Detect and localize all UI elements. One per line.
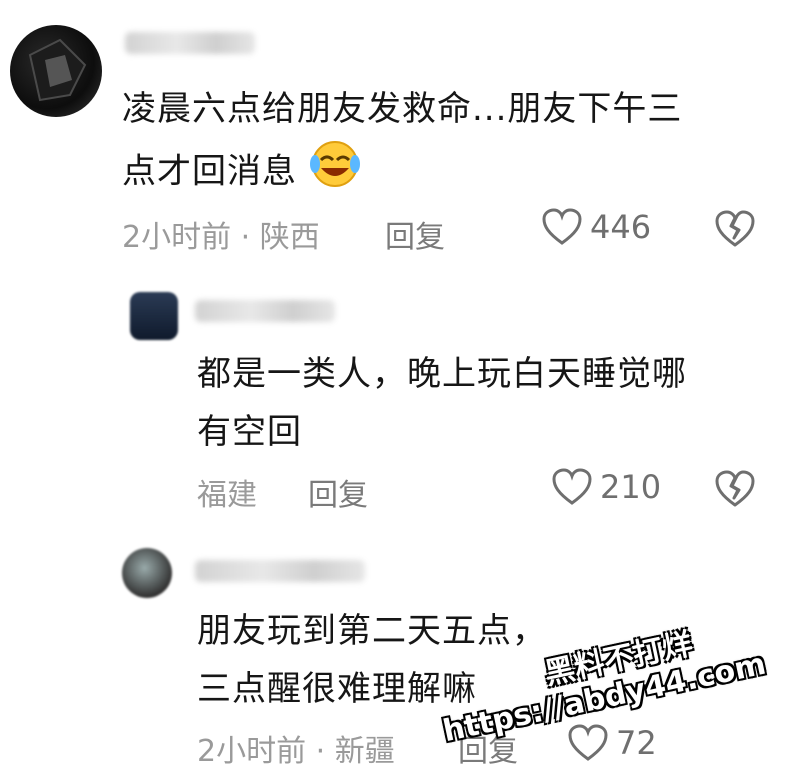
comment-meta: 福建 [197,478,257,513]
like-count: 210 [600,468,662,506]
like-count: 446 [590,208,652,246]
avatar[interactable] [10,25,102,117]
username-blurred[interactable] [195,300,335,322]
comment-text: 凌晨六点给朋友发救命...朋友下午三 点才回消息 [122,80,782,208]
heart-outline-icon [552,468,592,506]
comment-1: 凌晨六点给朋友发救命...朋友下午三 点才回消息 2小时前 · 陕西 回复 44… [0,0,800,270]
broken-heart-icon [715,210,755,248]
username-blurred[interactable] [195,560,365,582]
comment-text-line: 点才回消息 [122,138,782,208]
comment-text-line: 凌晨六点给朋友发救命...朋友下午三 [122,89,683,129]
heart-outline-icon [542,208,582,246]
comment-text-line: 都是一类人，晚上玩白天睡觉哪 [197,354,687,394]
dislike-button[interactable] [715,470,755,508]
broken-heart-icon [715,470,755,508]
like-button[interactable]: 446 [542,208,651,246]
laughing-crying-emoji-icon [309,138,361,208]
avatar-image [28,38,87,102]
comment-text: 都是一类人，晚上玩白天睡觉哪 有空回 [197,345,777,461]
avatar[interactable] [130,292,178,340]
comment-text-line: 有空回 [197,412,302,452]
like-button[interactable]: 210 [552,468,661,506]
username-blurred[interactable] [125,32,255,54]
like-count: 72 [616,724,657,762]
reply-button[interactable]: 回复 [308,470,368,514]
avatar[interactable] [122,548,172,598]
comment-2: 都是一类人，晚上玩白天睡觉哪 有空回 福建 回复 210 [0,270,800,530]
dislike-button[interactable] [715,210,755,248]
reply-button[interactable]: 回复 [385,212,445,256]
heart-outline-icon [568,724,608,762]
comment-meta: 2小时前 · 陕西 [122,220,320,255]
comment-meta: 2小时前 · 新疆 [197,734,395,769]
like-button[interactable]: 72 [568,724,657,762]
